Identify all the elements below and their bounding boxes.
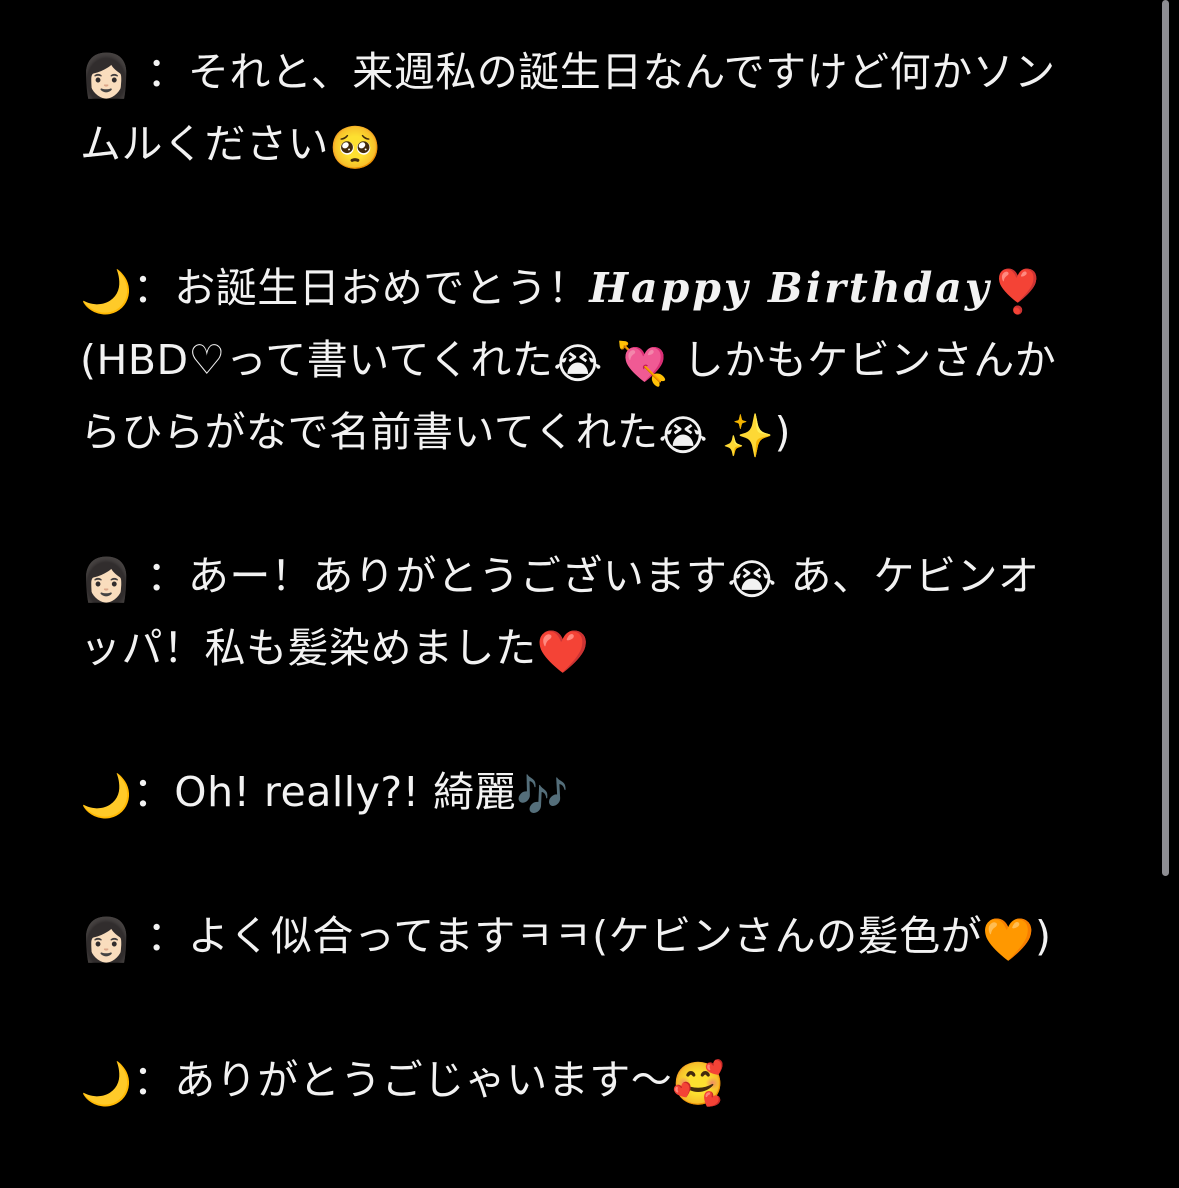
message-2-text-cont-3: らひらがなで名前書いてくれた	[80, 408, 659, 456]
message-1-line-2: ムルください🥺	[80, 108, 1090, 180]
message-5-text: ：よく似合ってますㅋㅋ(ケビンさんの髪色が	[146, 912, 983, 960]
message-2-text: ：お誕生日おめでとう！	[132, 264, 590, 312]
message-1-text-cont: ムルください	[80, 120, 329, 168]
orange-heart-emoji-icon: 🧡	[982, 915, 1035, 964]
message-2-close-paren: )	[774, 408, 791, 456]
musical-notes-emoji-icon: 🎶	[516, 771, 569, 820]
heart-exclamation-emoji-icon: ❣️	[991, 267, 1045, 316]
message-5-close-paren: )	[1034, 912, 1052, 960]
crying-face-emoji-icon: 😭	[658, 411, 709, 460]
message-6-line-1: 🌙：ありがとうごじゃいます〜🥰	[80, 1044, 1090, 1116]
woman-light-skin-emoji-icon: 👩🏻	[80, 915, 133, 964]
message-2-line-1: 🌙：お誕生日おめでとう！Happy Birthday❣️	[80, 252, 1090, 324]
crying-face-emoji-icon: 😭	[553, 339, 603, 388]
crescent-moon-emoji-icon: 🌙	[80, 1059, 133, 1108]
message-3-text: ：あー！ありがとうございます	[146, 552, 728, 600]
pleading-face-emoji-icon: 🥺	[329, 123, 382, 172]
message-2-line-2: (HBD♡って書いてくれた😭 💘 しかもケビンさんか	[80, 324, 1090, 396]
red-heart-emoji-icon: ❤️	[536, 627, 590, 676]
message-5-line-1: 👩🏻 ：よく似合ってますㅋㅋ(ケビンさんの髪色が🧡)	[80, 900, 1090, 972]
message-1-line-1: 👩🏻 ：それと、来週私の誕生日なんですけど何かソン	[80, 36, 1090, 108]
woman-light-skin-emoji-icon: 👩🏻	[80, 51, 133, 100]
smiling-face-hearts-emoji-icon: 🥰	[672, 1059, 726, 1108]
note-text: 👩🏻 ：それと、来週私の誕生日なんですけど何かソン ムルください🥺 🌙：お誕生日…	[80, 36, 1090, 1116]
message-2-line-3: らひらがなで名前書いてくれた😭 ✨)	[80, 396, 1090, 468]
message-2-text-cont: (HBD♡って書いてくれた	[80, 336, 554, 384]
scrollbar[interactable]	[1162, 0, 1169, 876]
message-4-text: ：Oh! really?! 綺麗	[132, 768, 517, 816]
message-2-text-cont-2: しかもケビンさんか	[682, 336, 1057, 384]
crescent-moon-emoji-icon: 🌙	[80, 771, 133, 820]
message-3-text-cont: ッパ！私も髪染めました	[80, 624, 537, 672]
happy-birthday-fancy-text: Happy Birthday	[589, 264, 992, 312]
message-1-text: ：それと、来週私の誕生日なんですけど何かソン	[146, 48, 1056, 96]
message-3-line-2: ッパ！私も髪染めました❤️	[80, 612, 1090, 684]
message-6-text: ：ありがとうごじゃいます〜	[132, 1056, 673, 1104]
message-4-line-1: 🌙：Oh! really?! 綺麗🎶	[80, 756, 1090, 828]
sparkles-emoji-icon: ✨	[721, 411, 775, 460]
woman-light-skin-emoji-icon: 👩🏻	[80, 555, 133, 604]
crescent-moon-emoji-icon: 🌙	[80, 267, 133, 316]
crying-face-emoji-icon: 😭	[727, 555, 777, 604]
message-3-line-1: 👩🏻 ：あー！ありがとうございます😭 あ、ケビンオ	[80, 540, 1090, 612]
heart-arrow-emoji-icon: 💘	[616, 339, 670, 388]
message-3-text-b: あ、ケビンオ	[776, 552, 1040, 600]
